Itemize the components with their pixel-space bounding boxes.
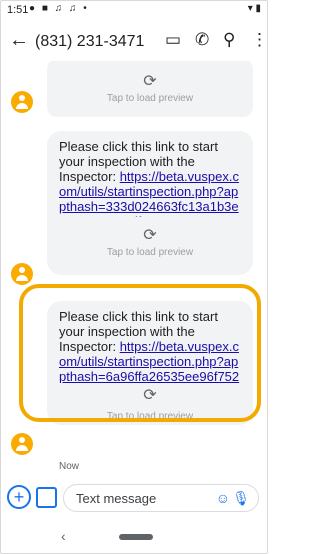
- arrow-back-icon[interactable]: ←: [9, 29, 29, 52]
- emoji-icon[interactable]: ☺: [216, 490, 230, 506]
- highlight-outline: [19, 284, 261, 422]
- mic-icon[interactable]: 🎙: [232, 490, 250, 507]
- video-icon[interactable]: ▭: [165, 30, 181, 50]
- message-bubble[interactable]: Please click this link to start your ins…: [47, 131, 253, 229]
- search-icon[interactable]: ⚲: [223, 30, 235, 50]
- reload-icon: ⟳: [143, 227, 157, 244]
- more-vert-icon[interactable]: ⋮: [251, 30, 267, 50]
- system-nav-bar: ‹: [1, 519, 267, 553]
- tap-to-load-label: Tap to load preview: [106, 93, 194, 104]
- gallery-icon[interactable]: [36, 487, 57, 508]
- avatar: [11, 91, 33, 113]
- contact-phone-number: (831) 231-3471: [35, 33, 145, 50]
- message-composer: + Text message ☺ 🎙: [1, 483, 267, 513]
- tap-to-load-label: Tap to load preview: [106, 247, 194, 258]
- text-message-input[interactable]: Text message ☺ 🎙: [63, 484, 259, 512]
- avatar: [11, 263, 33, 285]
- reload-icon: ⟳: [143, 73, 157, 90]
- link-preview[interactable]: ⟳ Tap to load preview: [47, 217, 253, 275]
- avatar: [11, 433, 33, 455]
- message-timestamp: Now: [59, 461, 80, 472]
- notification-icons: ● ■ ♫ ♫ •: [29, 3, 89, 14]
- text-message-placeholder: Text message: [76, 491, 157, 506]
- phone-icon[interactable]: ✆: [195, 30, 209, 50]
- screen: 1:51 ● ■ ♫ ♫ • ▾ ▮ ← (831) 231-3471 ▭ ✆ …: [0, 0, 268, 554]
- signal-battery-icons: ▾ ▮: [247, 3, 261, 14]
- add-icon[interactable]: +: [7, 485, 31, 509]
- link-preview[interactable]: ⟳ Tap to load preview: [47, 61, 253, 117]
- status-bar: 1:51 ● ■ ♫ ♫ • ▾ ▮: [1, 1, 267, 19]
- nav-back-icon[interactable]: ‹: [61, 528, 66, 544]
- app-bar: ← (831) 231-3471 ▭ ✆ ⚲ ⋮: [1, 23, 267, 61]
- home-pill[interactable]: [119, 534, 153, 540]
- status-time: 1:51: [7, 4, 29, 16]
